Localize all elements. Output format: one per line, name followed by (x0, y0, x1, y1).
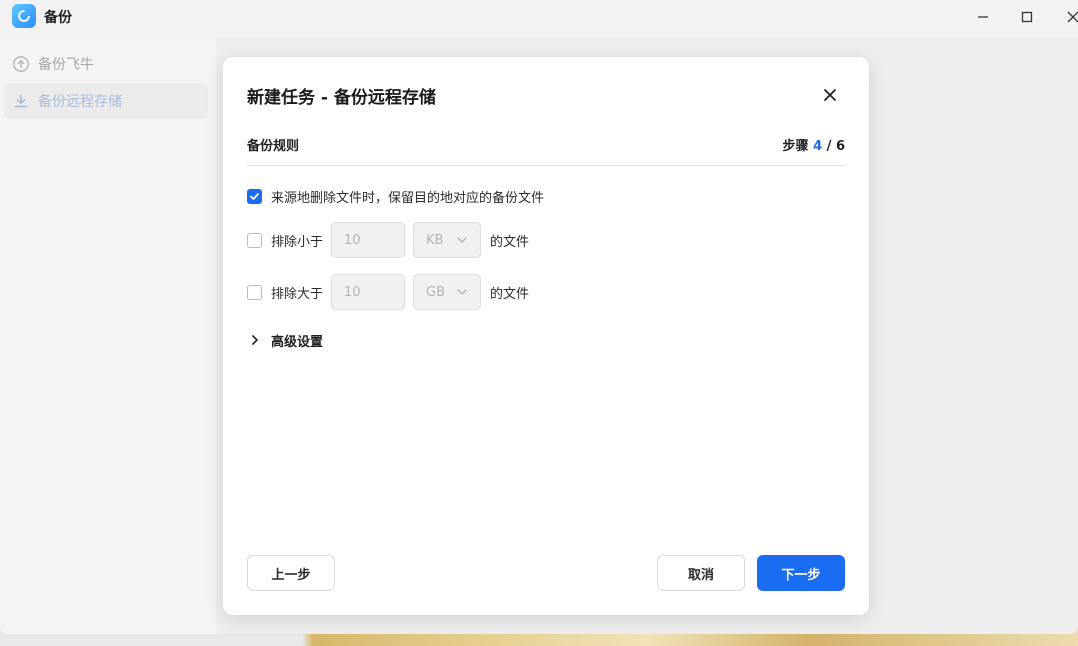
maximize-button[interactable] (1004, 0, 1050, 34)
exclude-larger-size-input[interactable]: 10 (331, 274, 406, 310)
close-icon (824, 89, 836, 101)
size-value: 10 (344, 284, 361, 300)
keep-deleted-label: 来源地删除文件时，保留目的地对应的备份文件 (271, 190, 545, 206)
close-icon (1067, 11, 1078, 23)
app-title: 备份 (44, 10, 72, 26)
exclude-larger-suffix: 的文件 (490, 286, 530, 302)
dialog-title: 新建任务 - 备份远程存储 (247, 88, 436, 108)
chevron-right-icon (247, 332, 263, 348)
exclude-larger-checkbox[interactable] (247, 284, 262, 300)
app-logo-icon (12, 4, 36, 28)
keep-deleted-option: 来源地删除文件时，保留目的地对应的备份文件 (247, 185, 544, 207)
minimize-icon (978, 16, 988, 18)
new-task-dialog: 新建任务 - 备份远程存储 备份规则 步骤 4 / 6 来源地删除文件时，保留目… (223, 57, 869, 615)
download-icon (12, 92, 30, 110)
window-close-button[interactable] (1050, 0, 1078, 34)
sidebar-item-backup-remote[interactable]: 备份远程存储 (4, 83, 208, 119)
cloud-upload-icon (12, 55, 30, 73)
unit-value: KB (426, 232, 444, 248)
chevron-down-icon (457, 237, 467, 243)
exclude-smaller-checkbox[interactable] (247, 232, 262, 248)
next-step-button[interactable]: 下一步 (757, 555, 845, 591)
sidebar-item-backup-fnos[interactable]: 备份飞牛 (4, 46, 208, 82)
previous-step-button[interactable]: 上一步 (247, 555, 335, 591)
exclude-larger-label: 排除大于 (271, 286, 324, 302)
chevron-down-icon (457, 289, 467, 295)
section-title: 备份规则 (247, 139, 300, 154)
divider (247, 165, 845, 166)
exclude-smaller-option: 排除小于 10 KB 的文件 (247, 222, 529, 258)
exclude-smaller-suffix: 的文件 (490, 234, 530, 250)
step-label: 步骤 (782, 139, 809, 154)
check-icon (250, 192, 259, 200)
cancel-button[interactable]: 取消 (657, 555, 745, 591)
advanced-settings-label: 高级设置 (271, 334, 324, 350)
advanced-settings-toggle[interactable]: 高级设置 (247, 330, 323, 350)
sidebar: 备份飞牛 备份远程存储 (0, 38, 216, 634)
keep-deleted-checkbox[interactable] (247, 188, 262, 204)
sidebar-item-label: 备份飞牛 (38, 57, 94, 73)
exclude-smaller-size-input[interactable]: 10 (331, 222, 406, 258)
exclude-larger-unit-select[interactable]: GB (413, 274, 482, 310)
minimize-button[interactable] (960, 0, 1006, 34)
dialog-close-button[interactable] (818, 83, 842, 107)
step-current: 4 (813, 139, 823, 154)
maximize-icon (1021, 11, 1033, 23)
unit-value: GB (426, 284, 446, 300)
title-bar: 备份 (0, 0, 1078, 36)
exclude-larger-option: 排除大于 10 GB 的文件 (247, 274, 529, 310)
exclude-smaller-unit-select[interactable]: KB (413, 222, 482, 258)
step-indicator: 步骤 4 / 6 (783, 135, 845, 154)
size-value: 10 (344, 232, 361, 248)
sidebar-item-label: 备份远程存储 (38, 94, 122, 110)
step-total: 6 (835, 139, 845, 154)
exclude-smaller-label: 排除小于 (271, 234, 324, 250)
step-separator: / (826, 139, 832, 154)
